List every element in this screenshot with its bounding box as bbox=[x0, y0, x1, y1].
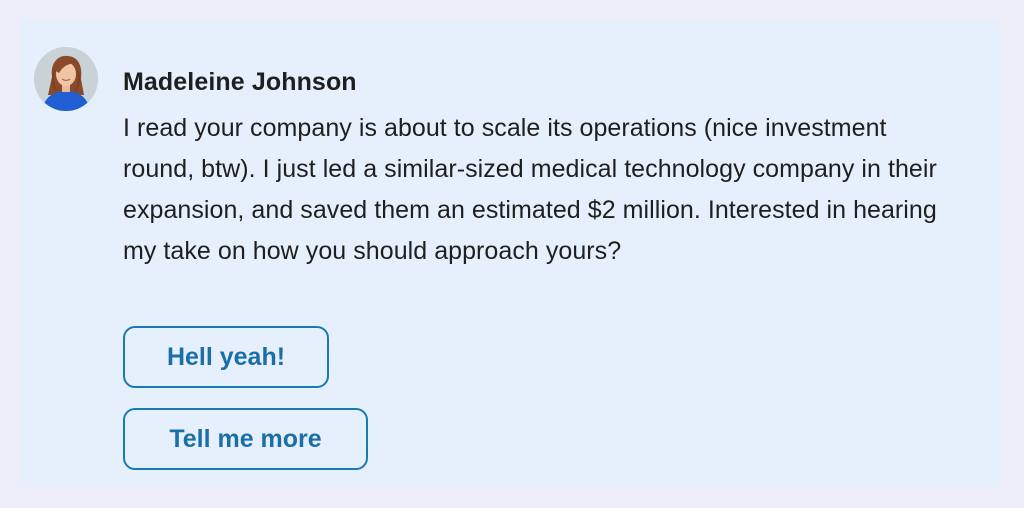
sender-name: Madeleine Johnson bbox=[123, 68, 357, 96]
message-card: Madeleine Johnson I read your company is… bbox=[20, 20, 1000, 486]
message-body: I read your company is about to scale it… bbox=[123, 114, 937, 265]
avatar-photo-icon bbox=[34, 47, 98, 111]
reply-hell-yeah-button[interactable]: Hell yeah! bbox=[123, 326, 329, 388]
avatar[interactable] bbox=[34, 47, 98, 111]
reply-tell-me-more-button[interactable]: Tell me more bbox=[123, 408, 368, 470]
